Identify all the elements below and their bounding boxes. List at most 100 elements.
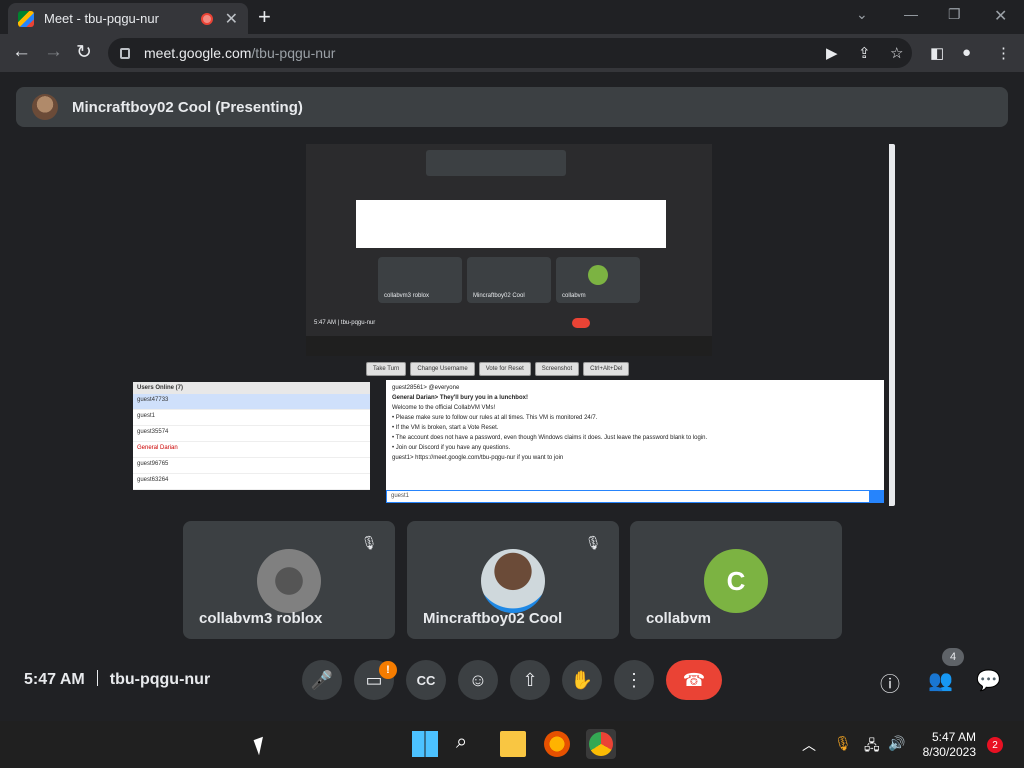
user-row[interactable]: guest47733 <box>133 394 370 410</box>
system-time: 5:47 AM <box>931 730 976 744</box>
microphone-icon: 🎤 <box>310 669 334 690</box>
system-clock[interactable]: 5:47 AM 8/30/2023 <box>923 730 976 760</box>
send-icon[interactable] <box>869 491 883 502</box>
user-row[interactable]: guest1 <box>133 410 370 426</box>
user-row[interactable]: guest35574 <box>133 426 370 442</box>
more-options-button[interactable]: ⋮ <box>614 660 654 700</box>
file-explorer-icon[interactable] <box>500 731 526 757</box>
participant-tile[interactable]: 🎙 Mincraftboy02 Cool <box>407 521 619 639</box>
user-row[interactable]: guest63264 <box>133 474 370 490</box>
nested-tile-label: collabvm3 roblox <box>384 293 430 299</box>
chat-line: Welcome to the official CollabVM VMs! <box>392 405 496 411</box>
url-path: /tbu-pqgu-nur <box>251 45 336 61</box>
url-host: meet.google.com <box>144 45 252 61</box>
nested-tile: collabvm <box>556 257 640 303</box>
close-window-button[interactable]: ✕ <box>994 6 1007 26</box>
nested-avatar <box>588 265 608 285</box>
chat-line: guest28561> @everyone <box>392 385 460 391</box>
tray-overflow-icon[interactable]: ︿ <box>802 735 816 755</box>
search-icon[interactable]: ⌕ <box>456 731 482 757</box>
chat-icon[interactable]: 💬 <box>976 668 1001 693</box>
notification-badge[interactable]: 2 <box>987 737 1003 753</box>
nested-tile: Mincraftboy02 Cool <box>467 257 551 303</box>
share-icon[interactable]: ⇪ <box>858 44 871 62</box>
presenter-avatar <box>32 94 58 120</box>
vote-reset-button[interactable]: Vote for Reset <box>478 362 531 376</box>
chat-line: • Join our Discord if you have any quest… <box>392 445 511 451</box>
address-bar[interactable]: meet.google.com/tbu-pqgu-nur <box>108 38 912 68</box>
divider <box>96 670 98 686</box>
tab-title: Meet - tbu-pqgu-nur <box>44 11 159 26</box>
meeting-code: tbu-pqgu-nur <box>109 671 211 688</box>
vm-chat-panel: guest28561> @everyone General Darian> Th… <box>386 380 884 490</box>
microphone-button[interactable]: 🎤 <box>302 660 342 700</box>
reload-button[interactable]: ↻ <box>76 41 92 64</box>
side-panel-icon[interactable]: ◧ <box>930 44 944 62</box>
user-row[interactable]: guest96765 <box>133 458 370 474</box>
mic-off-icon: 🎙 <box>584 535 602 550</box>
participant-tile[interactable]: 🎙 collabvm3 roblox <box>183 521 395 639</box>
firefox-icon[interactable] <box>544 731 570 757</box>
network-icon[interactable]: 🖧 <box>864 735 880 759</box>
captions-button[interactable]: CC <box>406 660 446 700</box>
bookmark-star-icon[interactable]: ☆ <box>890 44 903 62</box>
browser-toolbar: ← → ↻ meet.google.com/tbu-pqgu-nur ▶ ⇪ ☆… <box>0 34 1024 72</box>
new-tab-button[interactable]: + <box>258 4 271 30</box>
chat-line: • Please make sure to follow our rules a… <box>392 415 598 421</box>
user-row[interactable]: General Darian <box>133 442 370 458</box>
camera-warning-badge: ! <box>379 661 397 679</box>
camera-icon[interactable]: ▶ <box>826 44 838 62</box>
back-button[interactable]: ← <box>12 41 31 63</box>
minimize-button[interactable]: — <box>904 6 918 22</box>
participant-name: collabvm <box>646 610 712 627</box>
tab-strip: Meet - tbu-pqgu-nur ✕ + ⌄ — ❐ ✕ <box>0 0 1024 34</box>
meeting-time: 5:47 AM <box>24 671 85 688</box>
change-username-button[interactable]: Change Username <box>410 362 475 376</box>
participant-tile[interactable]: C collabvm <box>630 521 842 639</box>
chat-username: guest1 <box>391 493 410 499</box>
avatar <box>257 549 321 613</box>
start-icon[interactable] <box>412 731 438 757</box>
tab-search-icon[interactable]: ⌄ <box>856 6 868 23</box>
people-count-badge: 4 <box>942 648 964 666</box>
screen-edge <box>889 144 895 506</box>
raise-hand-button[interactable]: ✋ <box>562 660 602 700</box>
mic-in-use-icon[interactable]: 🎙 <box>834 735 852 752</box>
browser-tab[interactable]: Meet - tbu-pqgu-nur ✕ <box>8 3 248 34</box>
system-date: 8/30/2023 <box>922 745 976 759</box>
end-call-button[interactable]: ☎ <box>666 660 722 700</box>
presenter-name: Mincraftboy02 Cool (Presenting) <box>72 98 303 116</box>
menu-icon[interactable]: ⋮ <box>996 44 1011 62</box>
screenshot-button[interactable]: Screenshot <box>534 362 580 376</box>
meeting-details-icon[interactable]: ⓘ <box>880 668 900 697</box>
lock-icon <box>120 47 130 59</box>
nested-tile-label: collabvm <box>562 293 586 299</box>
chrome-app-slot[interactable] <box>586 729 616 759</box>
profile-icon[interactable]: ● <box>962 44 971 61</box>
users-header: Users Online (7) <box>133 382 370 394</box>
vm-chat-input[interactable]: guest1 <box>386 490 884 503</box>
reactions-button[interactable]: ☺ <box>458 660 498 700</box>
nested-time-code: 5:47 AM | tbu-pqgu-nur <box>314 320 376 326</box>
take-turn-button[interactable]: Take Turn <box>366 362 407 376</box>
nested-tile-label: Mincraftboy02 Cool <box>473 293 525 299</box>
volume-icon[interactable]: 🔊 <box>888 735 905 752</box>
present-screen-icon: ⇧ <box>522 669 538 690</box>
users-online-panel: Users Online (7) guest47733 guest1 guest… <box>133 382 370 490</box>
people-icon[interactable]: 👥 <box>928 668 953 693</box>
present-button[interactable]: ⇧ <box>510 660 550 700</box>
nested-tile: collabvm3 roblox <box>378 257 462 303</box>
mic-off-icon: 🎙 <box>360 535 378 550</box>
hand-icon: ✋ <box>570 669 594 690</box>
forward-button[interactable]: → <box>44 41 63 63</box>
more-vert-icon: ⋮ <box>625 669 643 690</box>
avatar: C <box>704 549 768 613</box>
ctrl-alt-del-button[interactable]: Ctrl+Alt+Del <box>583 362 630 376</box>
recording-indicator-icon <box>200 12 213 25</box>
participant-name: collabvm3 roblox <box>199 610 323 627</box>
chat-line: General Darian> They'll bury you in a lu… <box>392 395 528 401</box>
close-tab-icon[interactable]: ✕ <box>225 9 238 29</box>
nested-bottom-bar: 5:47 AM | tbu-pqgu-nur <box>306 312 712 336</box>
restore-button[interactable]: ❐ <box>948 6 961 23</box>
shared-screen: collabvm3 roblox Mincraftboy02 Cool coll… <box>130 144 895 506</box>
